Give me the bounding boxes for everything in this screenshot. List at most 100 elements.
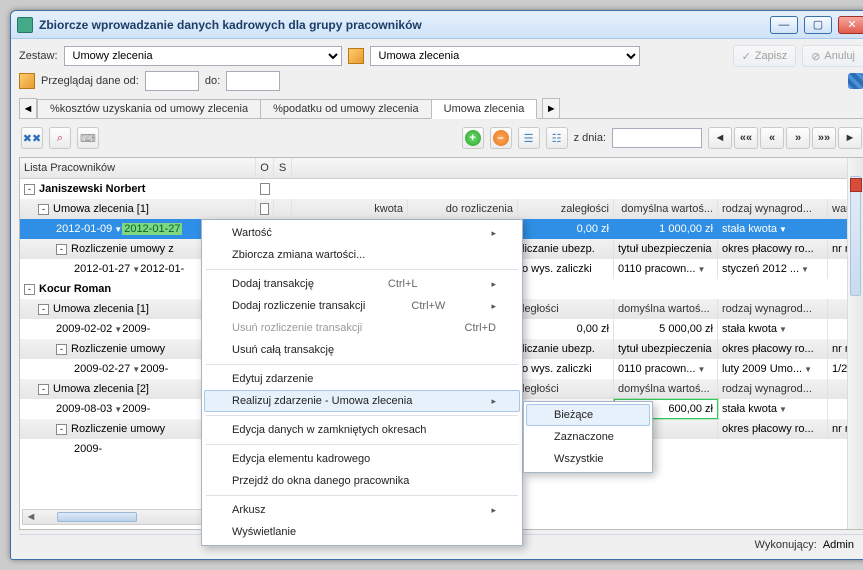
- left-icon: ◄: [23, 103, 34, 115]
- minus-icon: –: [493, 130, 509, 146]
- cancel-label: Anuluj: [824, 50, 855, 62]
- refresh-icon[interactable]: [848, 73, 863, 89]
- titlebar: Zbiorcze wprowadzanie danych kadrowych d…: [11, 11, 863, 39]
- table-row[interactable]: -Janiszewski Norbert: [20, 179, 863, 199]
- tree-toggle[interactable]: -: [56, 244, 67, 255]
- menu-divider: [206, 269, 518, 270]
- zoom-button[interactable]: ⌕: [49, 127, 71, 149]
- app-icon: [17, 17, 33, 33]
- menu-edycja-kadrowego[interactable]: Edycja elementu kadrowego: [204, 448, 520, 470]
- keyboard-button[interactable]: ⌨: [77, 127, 99, 149]
- tree-toggle[interactable]: -: [56, 424, 67, 435]
- submenu-biezace[interactable]: Bieżące: [526, 404, 650, 426]
- menu-realizuj-zdarzenie[interactable]: Realizuj zdarzenie - Umowa zlecenia▸: [204, 390, 520, 412]
- tree-toggle[interactable]: -: [38, 304, 49, 315]
- minimize-button[interactable]: —: [770, 16, 798, 34]
- tab-koszty[interactable]: %kosztów uzyskania od umowy zlecenia: [37, 99, 261, 118]
- col-tree[interactable]: Lista Pracowników: [20, 158, 256, 178]
- cancel-icon: ⊘: [811, 50, 820, 63]
- menu-arkusz[interactable]: Arkusz▸: [204, 499, 520, 521]
- add-row-button[interactable]: +: [462, 127, 484, 149]
- to-date-input[interactable]: [226, 71, 280, 91]
- tree-toggle[interactable]: -: [38, 384, 49, 395]
- save-button[interactable]: ✓ Zapisz: [733, 45, 797, 67]
- plus-icon: +: [465, 130, 481, 146]
- tree-toggle[interactable]: -: [56, 344, 67, 355]
- checkbox[interactable]: [260, 183, 270, 195]
- vertical-scrollbar[interactable]: [847, 158, 863, 529]
- to-label: do:: [205, 75, 220, 87]
- menu-wyswietlanie[interactable]: Wyświetlanie: [204, 521, 520, 543]
- menu-zbiorcza[interactable]: Zbiorcza zmiana wartości...: [204, 244, 520, 266]
- from-date-grid-input[interactable]: [612, 128, 702, 148]
- menu-dodaj-transakcje[interactable]: Dodaj transakcjęCtrl+L▸: [204, 273, 520, 295]
- remove-row-button[interactable]: –: [490, 127, 512, 149]
- submenu-arrow-icon: ▸: [491, 505, 496, 516]
- submenu-arrow-icon: ▸: [491, 228, 496, 239]
- submenu-arrow-icon: ▸: [491, 301, 496, 312]
- tab-scroll-right[interactable]: ►: [542, 98, 560, 118]
- scroll-thumb[interactable]: [57, 512, 137, 522]
- content-area: Zestaw: Umowy zlecenia Umowa zlecenia ✓ …: [11, 39, 863, 559]
- tools-button[interactable]: ✖✖: [21, 127, 43, 149]
- tab-umowa[interactable]: Umowa zlecenia: [431, 99, 538, 119]
- menu-usun-cala[interactable]: Usuń całą transakcję: [204, 339, 520, 361]
- from-date-input[interactable]: [145, 71, 199, 91]
- menu-edytuj-zdarzenie[interactable]: Edytuj zdarzenie: [204, 368, 520, 390]
- close-icon: ✕: [847, 18, 856, 31]
- menu-edycja-zamkniete[interactable]: Edycja danych w zamkniętych okresach: [204, 419, 520, 441]
- maximize-button[interactable]: ▢: [804, 16, 832, 34]
- list1-button[interactable]: ☰: [518, 127, 540, 149]
- submenu-arrow-icon: ▸: [491, 396, 496, 407]
- menu-przejdz-okno[interactable]: Przejdź do okna danego pracownika: [204, 470, 520, 492]
- submenu-wszystkie[interactable]: Wszystkie: [526, 448, 650, 470]
- tab-podatku[interactable]: %podatku od umowy zlecenia: [260, 99, 432, 118]
- menu-divider: [206, 415, 518, 416]
- browse-from-label: Przeglądaj dane od:: [41, 75, 139, 87]
- from-date-grid-label: z dnia:: [574, 132, 606, 144]
- nav-next[interactable]: »: [786, 127, 810, 149]
- nav-first[interactable]: ◄: [708, 127, 732, 149]
- tree-toggle[interactable]: -: [38, 204, 49, 215]
- tab-scroll-left[interactable]: ◄: [19, 98, 37, 118]
- submenu-zaznaczone[interactable]: Zaznaczone: [526, 426, 650, 448]
- checkbox[interactable]: [260, 203, 269, 215]
- menu-wartosc[interactable]: Wartość▸: [204, 222, 520, 244]
- grid-marker-icon: [850, 178, 862, 192]
- table-row[interactable]: -Umowa zlecenia [1] kwota do rozliczenia…: [20, 199, 863, 219]
- edit-set-icon[interactable]: [348, 48, 364, 64]
- app-window: Zbiorcze wprowadzanie danych kadrowych d…: [10, 10, 863, 560]
- tree-toggle[interactable]: -: [24, 184, 35, 195]
- menu-divider: [206, 444, 518, 445]
- minimize-icon: —: [779, 19, 790, 31]
- list2-button[interactable]: ☷: [546, 127, 568, 149]
- executor-value: Admin: [823, 539, 854, 551]
- col-s[interactable]: S: [274, 158, 292, 178]
- menu-dodaj-rozliczenie[interactable]: Dodaj rozliczenie transakcjiCtrl+W▸: [204, 295, 520, 317]
- nav-prev[interactable]: «: [760, 127, 784, 149]
- right-icon: ►: [546, 103, 557, 115]
- nav-rewind[interactable]: ««: [734, 127, 758, 149]
- col-o[interactable]: O: [256, 158, 274, 178]
- context-submenu: Bieżące Zaznaczone Wszystkie: [523, 401, 653, 473]
- menu-divider: [206, 495, 518, 496]
- grid-toolbar: ✖✖ ⌕ ⌨ + – ☰ ☷ z dnia: ◄ «« « » »» ►: [19, 123, 863, 153]
- window-title: Zbiorcze wprowadzanie danych kadrowych d…: [39, 18, 764, 32]
- dataset-bar: Zestaw: Umowy zlecenia Umowa zlecenia ✓ …: [19, 45, 863, 67]
- menu-divider: [206, 364, 518, 365]
- scroll-left-icon: ◄: [23, 511, 39, 523]
- set-select[interactable]: Umowy zlecenia: [64, 46, 342, 66]
- contract-select[interactable]: Umowa zlecenia: [370, 46, 640, 66]
- maximize-icon: ▢: [813, 18, 823, 31]
- nav-forward[interactable]: »»: [812, 127, 836, 149]
- employee-name: Janiszewski Norbert: [39, 183, 145, 195]
- browse-bar: Przeglądaj dane od: do:: [19, 71, 863, 91]
- executor-label: Wykonujący:: [755, 539, 817, 551]
- employee-name: Kocur Roman: [39, 283, 111, 295]
- cancel-button[interactable]: ⊘ Anuluj: [802, 45, 863, 67]
- tree-toggle[interactable]: -: [24, 284, 35, 295]
- pencil-icon[interactable]: [19, 73, 35, 89]
- nav-last[interactable]: ►: [838, 127, 862, 149]
- check-icon: ✓: [742, 50, 751, 63]
- close-button[interactable]: ✕: [838, 16, 863, 34]
